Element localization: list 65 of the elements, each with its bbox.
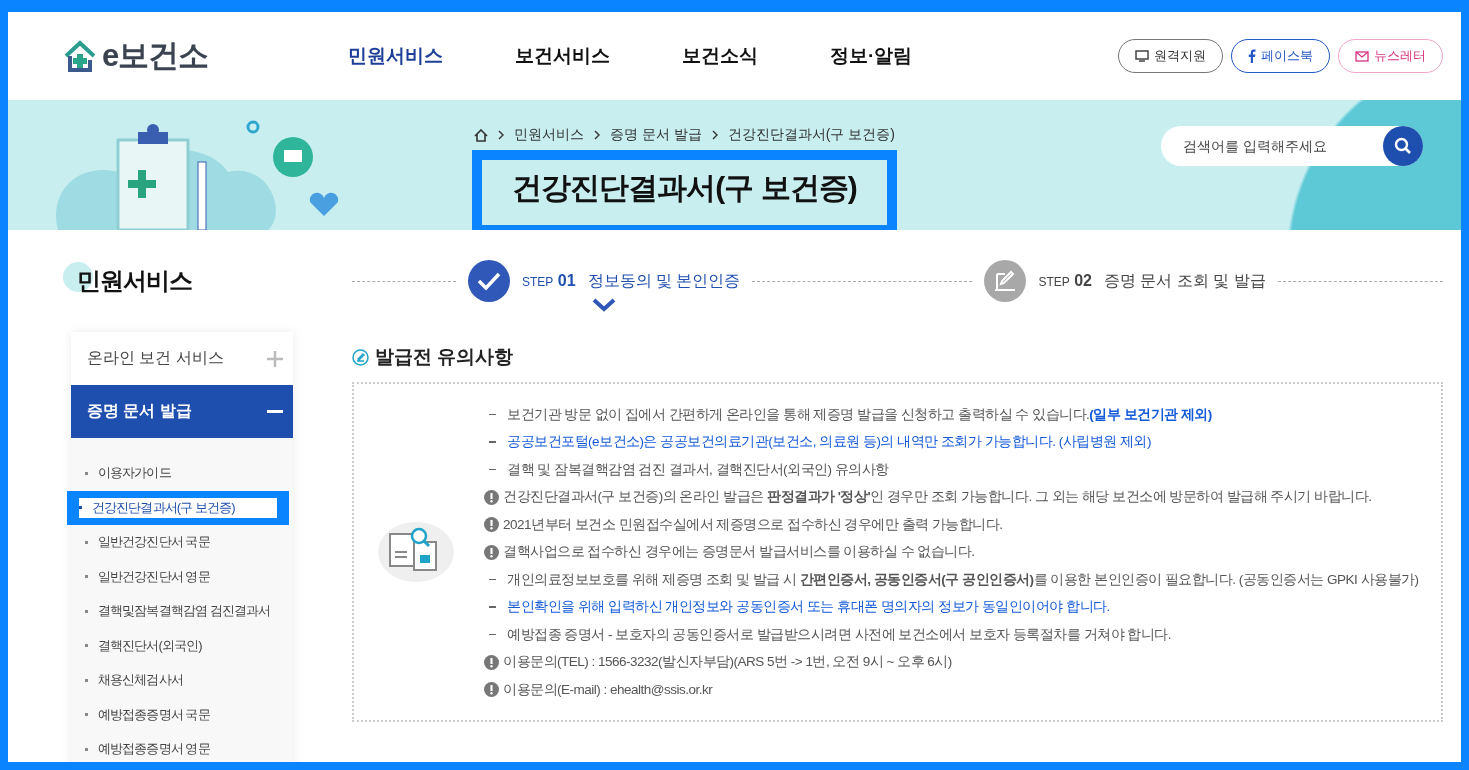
sidebar-link[interactable]: 결핵및잠복결핵감염 검진결과서 bbox=[79, 594, 289, 629]
breadcrumb-link[interactable]: 건강진단결과서(구 보건증) bbox=[727, 126, 895, 144]
chevron-right-icon bbox=[594, 130, 600, 140]
step-label: STEP 01 bbox=[522, 272, 576, 290]
step-title: 증명 문서 조회 및 발급 bbox=[1104, 270, 1266, 291]
dash-icon bbox=[489, 578, 496, 581]
notice-text: 본인확인을 위해 입력하신 개인정보와 공동인증서 또는 휴대폰 명의자의 정보가 동일인이어야 합니다. bbox=[507, 598, 1110, 616]
sidebar-link[interactable]: 예방접종증명서 국문 bbox=[79, 697, 289, 732]
nav-menu-item[interactable]: 보건서비스 bbox=[515, 43, 610, 69]
notice-text: 이용문의(E-mail) : ehealth@ssis.or.kr bbox=[503, 680, 713, 699]
chevron-right-icon bbox=[498, 130, 504, 140]
notice-text: 건강진단결과서(구 보건증)의 온라인 발급은 판정결과가 '정상'인 경우만 조회 가능합니다. 그 외는 해당 보건소에 방문하여 발급해 주시기 바랍니다. bbox=[503, 488, 1372, 506]
minus-icon bbox=[267, 410, 283, 413]
nav-menu-item[interactable]: 보건소식 bbox=[682, 43, 758, 69]
document-search-icon bbox=[376, 520, 456, 584]
sidebar-link[interactable]: 일반건강진단서 영문 bbox=[79, 559, 289, 594]
exclamation-circle-icon bbox=[484, 682, 499, 697]
step-label: STEP 02 bbox=[1038, 272, 1092, 290]
search-button[interactable] bbox=[1383, 126, 1423, 166]
facebook-f-icon bbox=[1248, 49, 1256, 63]
home-icon[interactable] bbox=[474, 128, 488, 142]
notice-text: 보건기관 방문 없이 집에서 간편하게 온라인을 통해 제증명 발급을 신청하고 출력하실 수 있습니다.(일부 보건기관 제외) bbox=[507, 405, 1212, 424]
notice-text: 예방접종 증명서 - 보호자의 공동인증서로 발급받으시려면 사전에 보건소에서 보호자 등록절차를 거쳐야 합니다. bbox=[507, 625, 1171, 644]
sidebar-link[interactable]: 결핵진단서(외국인) bbox=[79, 628, 289, 663]
notice-text: 결핵 및 잠복결핵감염 검진 결과서, 결핵진단서(외국인) 유의사항 bbox=[507, 460, 889, 479]
house-cross-icon[interactable] bbox=[62, 38, 98, 74]
dash-icon bbox=[489, 468, 496, 471]
newsletter-button[interactable]: 뉴스레터 bbox=[1338, 39, 1443, 73]
exclamation-circle-icon bbox=[484, 517, 499, 532]
chevron-down-icon bbox=[592, 298, 616, 312]
facebook-button[interactable]: 페이스북 bbox=[1231, 39, 1330, 73]
dash-icon bbox=[489, 606, 496, 608]
exclamation-circle-icon bbox=[484, 489, 499, 505]
search-icon bbox=[1394, 137, 1412, 155]
sidebar-link[interactable]: 이용자가이드 bbox=[79, 456, 289, 491]
dash-icon bbox=[489, 413, 496, 416]
step-title: 정보동의 및 본인인증 bbox=[587, 270, 741, 291]
notice-text: 결핵사업으로 접수하신 경우에는 증명문서 발급서비스를 이용하실 수 없습니다. bbox=[503, 543, 975, 561]
chevron-right-icon bbox=[711, 130, 718, 140]
pencil-circle-icon bbox=[352, 348, 369, 366]
site-logo[interactable]: e보건소 bbox=[102, 35, 209, 77]
nav-menu-item[interactable]: 민원서비스 bbox=[348, 43, 443, 69]
breadcrumb-link[interactable]: 민원서비스 bbox=[514, 126, 584, 144]
notice-text: 이용문의(TEL) : 1566-3232(발신자부담)(ARS 5번 -> 1번, 오전 9시 ~ 오후 6시) bbox=[503, 653, 952, 671]
notice-text: 공공보건포털(e보건소)은 공공보건의료기관(보건소, 의료원 등)의 내역만 조회가 가능합니다. (사립병원 제외) bbox=[507, 433, 1151, 451]
sidebar-section[interactable]: 온라인 보건 서비스 bbox=[71, 332, 293, 385]
notice-text: 개인의료정보보호를 위해 제증명 조회 및 발급 시 간편인증서, 공동인증서(구 공인인증서)를 이용한 본인인증이 필요합니다. (공동인증서는 GPKI 사용불가) bbox=[507, 570, 1419, 589]
nav-menu-item[interactable]: 정보·알림 bbox=[830, 43, 913, 69]
exclamation-circle-icon bbox=[484, 654, 499, 670]
dash-icon bbox=[489, 633, 496, 636]
section-title: 발급전 유의사항 bbox=[375, 345, 514, 369]
sidebar-title: 민원서비스 bbox=[77, 266, 192, 296]
plus-icon bbox=[267, 350, 283, 367]
monitor-icon bbox=[1135, 50, 1149, 62]
sidebar-link[interactable]: 일반건강진단서 국문 bbox=[79, 525, 289, 560]
remote-button[interactable]: 원격지원 bbox=[1118, 39, 1223, 73]
sidebar-section[interactable]: 증명 문서 발급 bbox=[71, 385, 293, 438]
dash-icon bbox=[489, 441, 496, 443]
exclamation-circle-icon bbox=[484, 544, 499, 560]
sidebar-link[interactable]: 예방접종증명서 영문 bbox=[79, 732, 289, 762]
page-title: 건강진단결과서(구 보건증) bbox=[472, 150, 897, 230]
sidebar-link[interactable]: 채용신체검사서 bbox=[79, 663, 289, 698]
breadcrumb-link[interactable]: 증명 문서 발급 bbox=[610, 126, 702, 144]
notice-text: 2021년부터 보건소 민원접수실에서 제증명으로 접수하신 경우에만 출력 가능합니다. bbox=[503, 515, 1003, 534]
sidebar-link[interactable]: 건강진단결과서(구 보건증) bbox=[67, 490, 289, 525]
